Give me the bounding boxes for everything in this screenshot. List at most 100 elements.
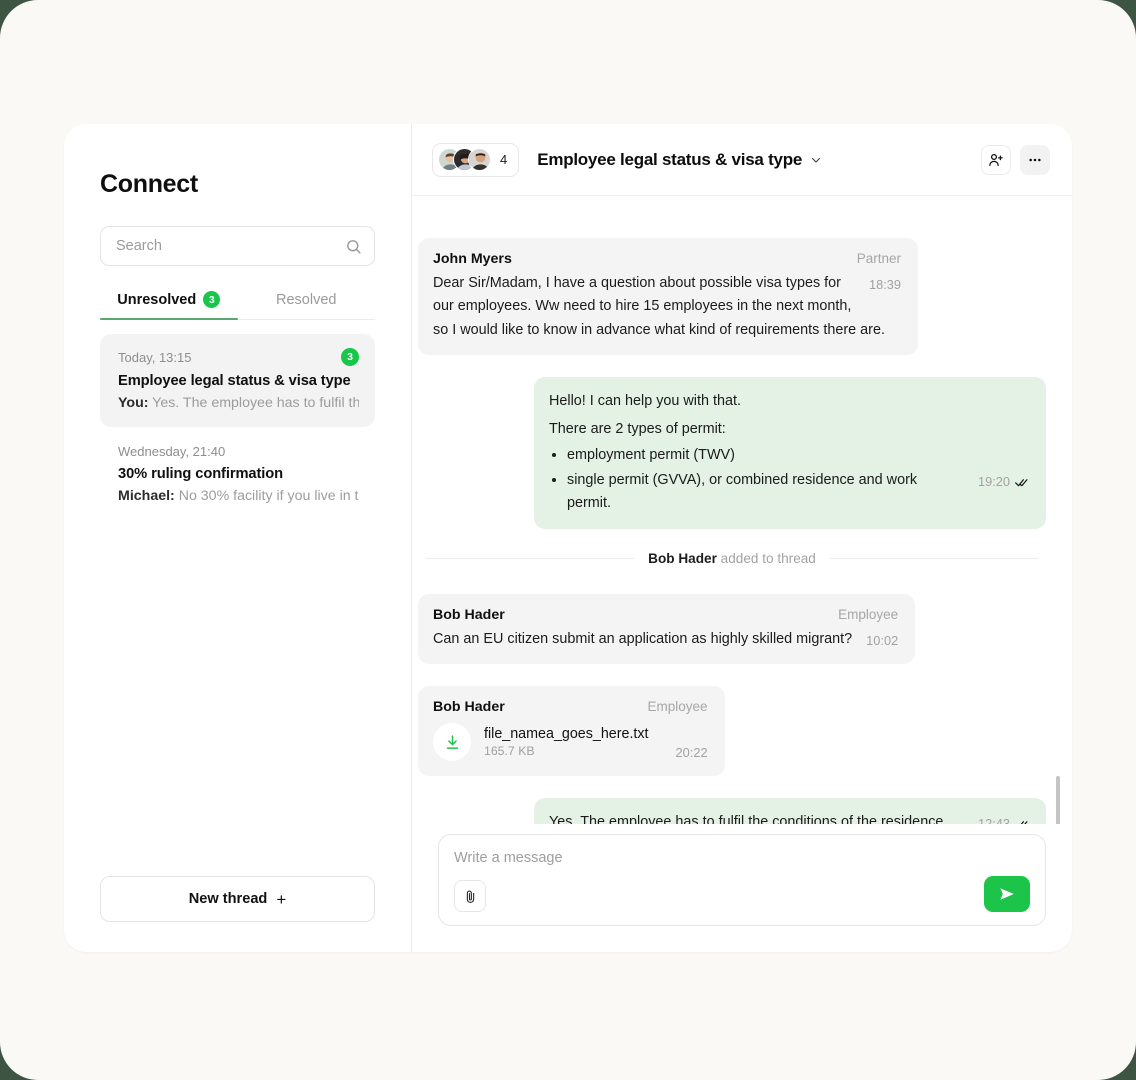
double-check-icon (1020, 821, 1028, 824)
header-actions (981, 144, 1050, 175)
system-event-row: Bob Hader added to thread (426, 551, 1038, 566)
chevron-down-icon (811, 157, 821, 163)
message-body: Dear Sir/Madam, I have a question about … (433, 275, 885, 338)
chat-panel: 4 Employee legal status & visa type John… (412, 124, 1072, 952)
chat-title[interactable]: Employee legal status & visa type (537, 150, 822, 170)
page-title: Connect (100, 170, 198, 198)
message-meta: 19:20 (978, 472, 1029, 493)
chat-title-text: Employee legal status & visa type (537, 149, 803, 169)
search-icon (347, 239, 361, 254)
search-box[interactable] (100, 226, 375, 266)
message-role-badge: Partner (856, 251, 901, 266)
thread-preview: You: Yes. The employee has to fulfil the… (118, 395, 359, 411)
send-icon (1000, 888, 1014, 900)
paperclip-icon (466, 890, 474, 903)
message-bullet-item: employment permit (TWV) (567, 444, 1029, 467)
message-role-badge: Employee (838, 606, 899, 622)
composer-actions (454, 876, 1030, 912)
divider-line (829, 557, 1038, 559)
message-timestamp: 18:39 (868, 277, 901, 292)
thread-meta-row: Today, 13:15 3 (118, 348, 359, 366)
message-text: Hello! I can help you with that. There a… (549, 390, 1029, 516)
download-icon (446, 735, 458, 749)
system-event-action: added to thread (716, 550, 816, 566)
message-line-2: There are 2 types of permit: (549, 421, 726, 438)
message-meta: 12:43 (978, 814, 1029, 824)
message-timestamp: 10:02 (866, 632, 899, 648)
tab-resolved[interactable]: Resolved (238, 291, 376, 319)
thread-preview-text: No 30% facility if you live in the... (178, 488, 359, 504)
attachment-row[interactable]: file_namea_goes_here.txt 165.7 KB 20:22 (433, 723, 708, 762)
message-body: Can an EU citizen submit an application … (433, 630, 853, 647)
message-header: Bob Hader Employee (433, 699, 708, 715)
message-author: John Myers (433, 251, 512, 267)
message-bullet-list: employment permit (TWV) 19:20 (567, 444, 1029, 516)
add-person-icon (989, 153, 1003, 166)
message-role-badge: Employee (647, 699, 708, 715)
message-bubble-attachment: Bob Hader Employee file_namea_goes_here.… (418, 686, 725, 777)
message-row: Bob Hader Employee 10:02 Can an EU citiz… (418, 593, 1046, 665)
new-thread-button[interactable]: New thread + (100, 876, 375, 922)
message-timestamp: 19:20 (977, 473, 1010, 489)
message-bubble-incoming: John Myers Partner 18:39 Dear Sir/Madam,… (418, 238, 918, 355)
message-row: John Myers Partner 18:39 Dear Sir/Madam,… (418, 238, 1046, 355)
thread-list: Today, 13:15 3 Employee legal status & v… (100, 334, 375, 876)
download-button[interactable] (433, 723, 471, 762)
message-text: 10:02 Can an EU citizen submit an applic… (433, 628, 898, 651)
thread-preview: Michael: No 30% facility if you live in … (118, 488, 359, 504)
message-bullet-item: 19:20 single permit (GVVA), or combined … (567, 469, 1029, 516)
search-input[interactable] (116, 238, 345, 254)
attachment-info: file_namea_goes_here.txt 165.7 KB (484, 726, 649, 758)
message-list: John Myers Partner 18:39 Dear Sir/Madam,… (412, 196, 1072, 824)
message-meta: 10:02 (866, 631, 898, 652)
avatar (468, 148, 491, 171)
message-row: Bob Hader Employee file_namea_goes_here.… (418, 686, 1046, 777)
thread-title: 30% ruling confirmation (118, 466, 283, 482)
composer-area (412, 824, 1072, 952)
new-thread-label: New thread (188, 891, 268, 907)
page-background: Connect Unresolved 3 Resolved (0, 0, 1136, 1080)
thread-preview-sender: You: (118, 395, 149, 411)
app-card: Connect Unresolved 3 Resolved (64, 124, 1072, 952)
system-event-text: Bob Hader added to thread (648, 551, 816, 566)
message-bubble-outgoing: Hello! I can help you with that. There a… (534, 376, 1046, 529)
message-body: Yes. The employee has to fulfil the cond… (549, 814, 944, 824)
message-author: Bob Hader (433, 606, 505, 623)
sidebar: Connect Unresolved 3 Resolved (64, 124, 412, 952)
message-composer[interactable] (438, 834, 1046, 926)
more-horizontal-icon (1029, 158, 1041, 161)
system-event-actor: Bob Hader (648, 550, 717, 566)
message-bubble-incoming: Bob Hader Employee 10:02 Can an EU citiz… (418, 593, 916, 665)
message-timestamp: 20:22 (675, 745, 708, 761)
message-input[interactable] (454, 850, 1030, 866)
attachment-filesize: 165.7 KB (484, 744, 535, 759)
avatar-group (438, 148, 491, 171)
thread-timestamp: Today, 13:15 (118, 349, 192, 365)
message-row: Hello! I can help you with that. There a… (418, 376, 1046, 529)
thread-unread-badge: 3 (341, 348, 359, 366)
divider-line (426, 557, 635, 559)
message-header: John Myers Partner (433, 251, 901, 267)
thread-timestamp: Wednesday, 21:40 (118, 444, 226, 459)
message-header: Bob Hader Employee (433, 607, 898, 623)
thread-preview-text: Yes. The employee has to fulfil the... (152, 395, 359, 411)
message-text: 18:39 Dear Sir/Madam, I have a question … (433, 272, 901, 342)
add-person-button[interactable] (981, 144, 1011, 175)
thread-filter-tabs: Unresolved 3 Resolved (100, 291, 375, 320)
plus-icon: + (276, 889, 287, 909)
attachment-filename: file_namea_goes_here.txt (484, 726, 649, 743)
messages-scrollbar[interactable] (1056, 776, 1060, 824)
thread-list-item-0[interactable]: Today, 13:15 3 Employee legal status & v… (100, 334, 375, 427)
send-message-button[interactable] (984, 876, 1030, 912)
tab-unresolved[interactable]: Unresolved 3 (100, 291, 238, 320)
attach-file-button[interactable] (454, 880, 486, 912)
message-meta: 18:39 (869, 275, 901, 296)
more-options-button[interactable] (1020, 144, 1050, 175)
participants-chip[interactable]: 4 (432, 142, 520, 177)
double-check-icon (1015, 478, 1028, 487)
message-author: Bob Hader (433, 699, 505, 716)
thread-list-item-1[interactable]: Wednesday, 21:40 30% ruling confirmation… (100, 430, 375, 520)
thread-preview-sender: Michael: (118, 488, 175, 504)
tab-unresolved-badge: 3 (203, 291, 221, 308)
tab-unresolved-label: Unresolved (117, 291, 197, 308)
